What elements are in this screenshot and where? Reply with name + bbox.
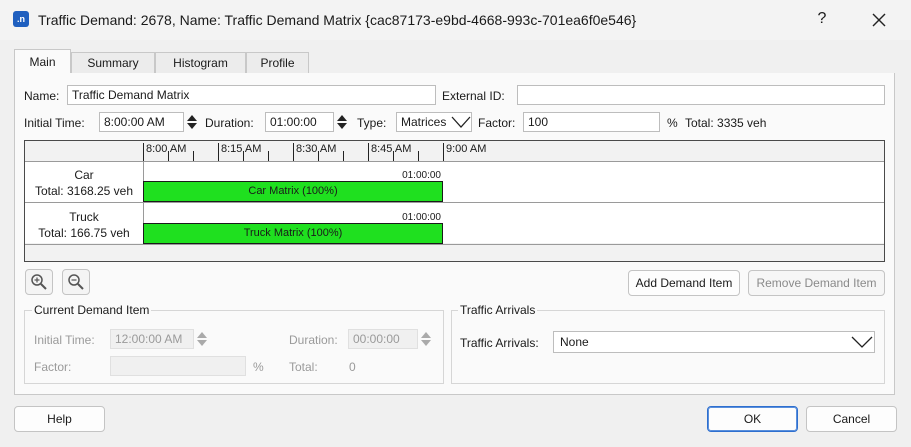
total-label: Total: 3335 veh	[685, 116, 767, 130]
spin-down-icon	[337, 123, 347, 129]
spin-down-icon	[187, 123, 197, 129]
row-name: Truck	[69, 210, 99, 224]
remove-demand-item-button[interactable]: Remove Demand Item	[748, 270, 885, 296]
external-id-label: External ID:	[442, 89, 505, 103]
traffic-arrivals-select[interactable]: None	[553, 331, 875, 353]
spin-down-icon	[197, 340, 207, 346]
current-duration-spinner[interactable]	[419, 329, 433, 349]
spin-up-icon	[337, 115, 347, 121]
current-demand-item-title: Current Demand Item	[32, 303, 152, 317]
factor-label: Factor:	[478, 116, 516, 130]
current-duration-field[interactable]: 00:00:00	[348, 329, 418, 349]
initial-time-label: Initial Time:	[24, 116, 85, 130]
tab-summary[interactable]: Summary	[71, 52, 155, 74]
row-duration: 01:00:00	[402, 212, 441, 223]
timeline-tick-label: 8:00 AM	[146, 143, 187, 155]
help-title-button[interactable]: ?	[812, 10, 832, 28]
duration-label: Duration:	[205, 116, 254, 130]
row-separator	[25, 202, 884, 203]
chevron-down-icon	[451, 116, 471, 128]
demand-bar-truck[interactable]: Truck Matrix (100%)	[143, 223, 443, 244]
help-button[interactable]: Help	[14, 406, 105, 432]
app-icon: .n	[13, 11, 29, 27]
current-duration-label: Duration:	[289, 333, 338, 347]
factor-field[interactable]: 100	[523, 112, 660, 132]
timeline-tick	[368, 143, 369, 161]
timeline-tick	[293, 143, 294, 161]
zoom-out-button[interactable]	[62, 269, 90, 295]
spin-up-icon	[421, 332, 431, 338]
name-label: Name:	[24, 89, 60, 103]
timeline-minor-tick	[343, 151, 344, 161]
initial-time-spinner[interactable]	[185, 112, 199, 132]
close-button[interactable]	[866, 8, 892, 32]
spin-up-icon	[187, 115, 197, 121]
row-label-truck: Truck Total: 166.75 veh	[25, 209, 143, 241]
external-id-field[interactable]	[517, 85, 885, 105]
current-initial-time-spinner[interactable]	[195, 329, 209, 349]
traffic-arrivals-value: None	[560, 335, 589, 349]
current-initial-time-label: Initial Time:	[34, 333, 95, 347]
timeline-tick-label: 9:00 AM	[446, 143, 487, 155]
initial-time-field[interactable]: 8:00:00 AM	[99, 112, 184, 132]
timeline-tick-label: 8:45 AM	[371, 143, 412, 155]
type-label: Type:	[357, 116, 387, 130]
timeline-minor-tick	[418, 151, 419, 161]
type-value: Matrices	[401, 115, 447, 129]
traffic-arrivals-label: Traffic Arrivals:	[460, 336, 539, 350]
row-total: Total: 3168.25 veh	[34, 184, 134, 198]
row-total: Total: 166.75 veh	[38, 226, 130, 240]
zoom-in-icon	[31, 274, 47, 290]
cancel-button[interactable]: Cancel	[806, 406, 897, 432]
current-total-label: Total:	[289, 360, 318, 374]
current-factor-percent: %	[253, 360, 264, 374]
close-icon	[872, 13, 886, 27]
tab-histogram[interactable]: Histogram	[155, 52, 246, 74]
timeline-tick-label: 8:30 AM	[296, 143, 337, 155]
timeline-minor-tick	[268, 151, 269, 161]
duration-spinner[interactable]	[335, 112, 349, 132]
zoom-in-button[interactable]	[25, 269, 53, 295]
tab-main[interactable]: Main	[14, 49, 71, 74]
current-total-value: 0	[349, 360, 356, 374]
current-initial-time-field[interactable]: 12:00:00 AM	[110, 329, 194, 349]
spin-up-icon	[197, 332, 207, 338]
demand-timeline[interactable]: 8:00 AM 8:15 AM 8:30 AM 8:45 AM 9:00 AM …	[24, 140, 885, 262]
row-separator	[25, 244, 884, 245]
zoom-out-icon	[68, 274, 84, 290]
name-field[interactable]: Traffic Demand Matrix	[67, 85, 436, 105]
row-name: Car	[74, 168, 94, 182]
add-demand-item-button[interactable]: Add Demand Item	[628, 270, 740, 296]
timeline-tick-label: 8:15 AM	[221, 143, 262, 155]
timeline-minor-tick	[193, 151, 194, 161]
tab-profile[interactable]: Profile	[246, 52, 309, 74]
spin-down-icon	[421, 340, 431, 346]
timeline-tick	[143, 143, 144, 161]
factor-percent-label: %	[667, 116, 678, 130]
current-factor-field[interactable]	[110, 356, 246, 376]
demand-bar-car[interactable]: Car Matrix (100%)	[143, 181, 443, 202]
timeline-tick	[443, 143, 444, 161]
current-factor-label: Factor:	[34, 360, 72, 374]
timeline-tick	[218, 143, 219, 161]
chevron-down-icon	[851, 336, 873, 348]
row-duration: 01:00:00	[402, 170, 441, 181]
active-tab-joint	[15, 73, 70, 75]
row-label-car: Car Total: 3168.25 veh	[25, 167, 143, 199]
traffic-arrivals-title: Traffic Arrivals	[458, 303, 538, 317]
ok-button[interactable]: OK	[707, 406, 798, 432]
duration-field[interactable]: 01:00:00	[265, 112, 334, 132]
window-title: Traffic Demand: 2678, Name: Traffic Dema…	[38, 12, 637, 28]
row-separator	[25, 161, 884, 162]
